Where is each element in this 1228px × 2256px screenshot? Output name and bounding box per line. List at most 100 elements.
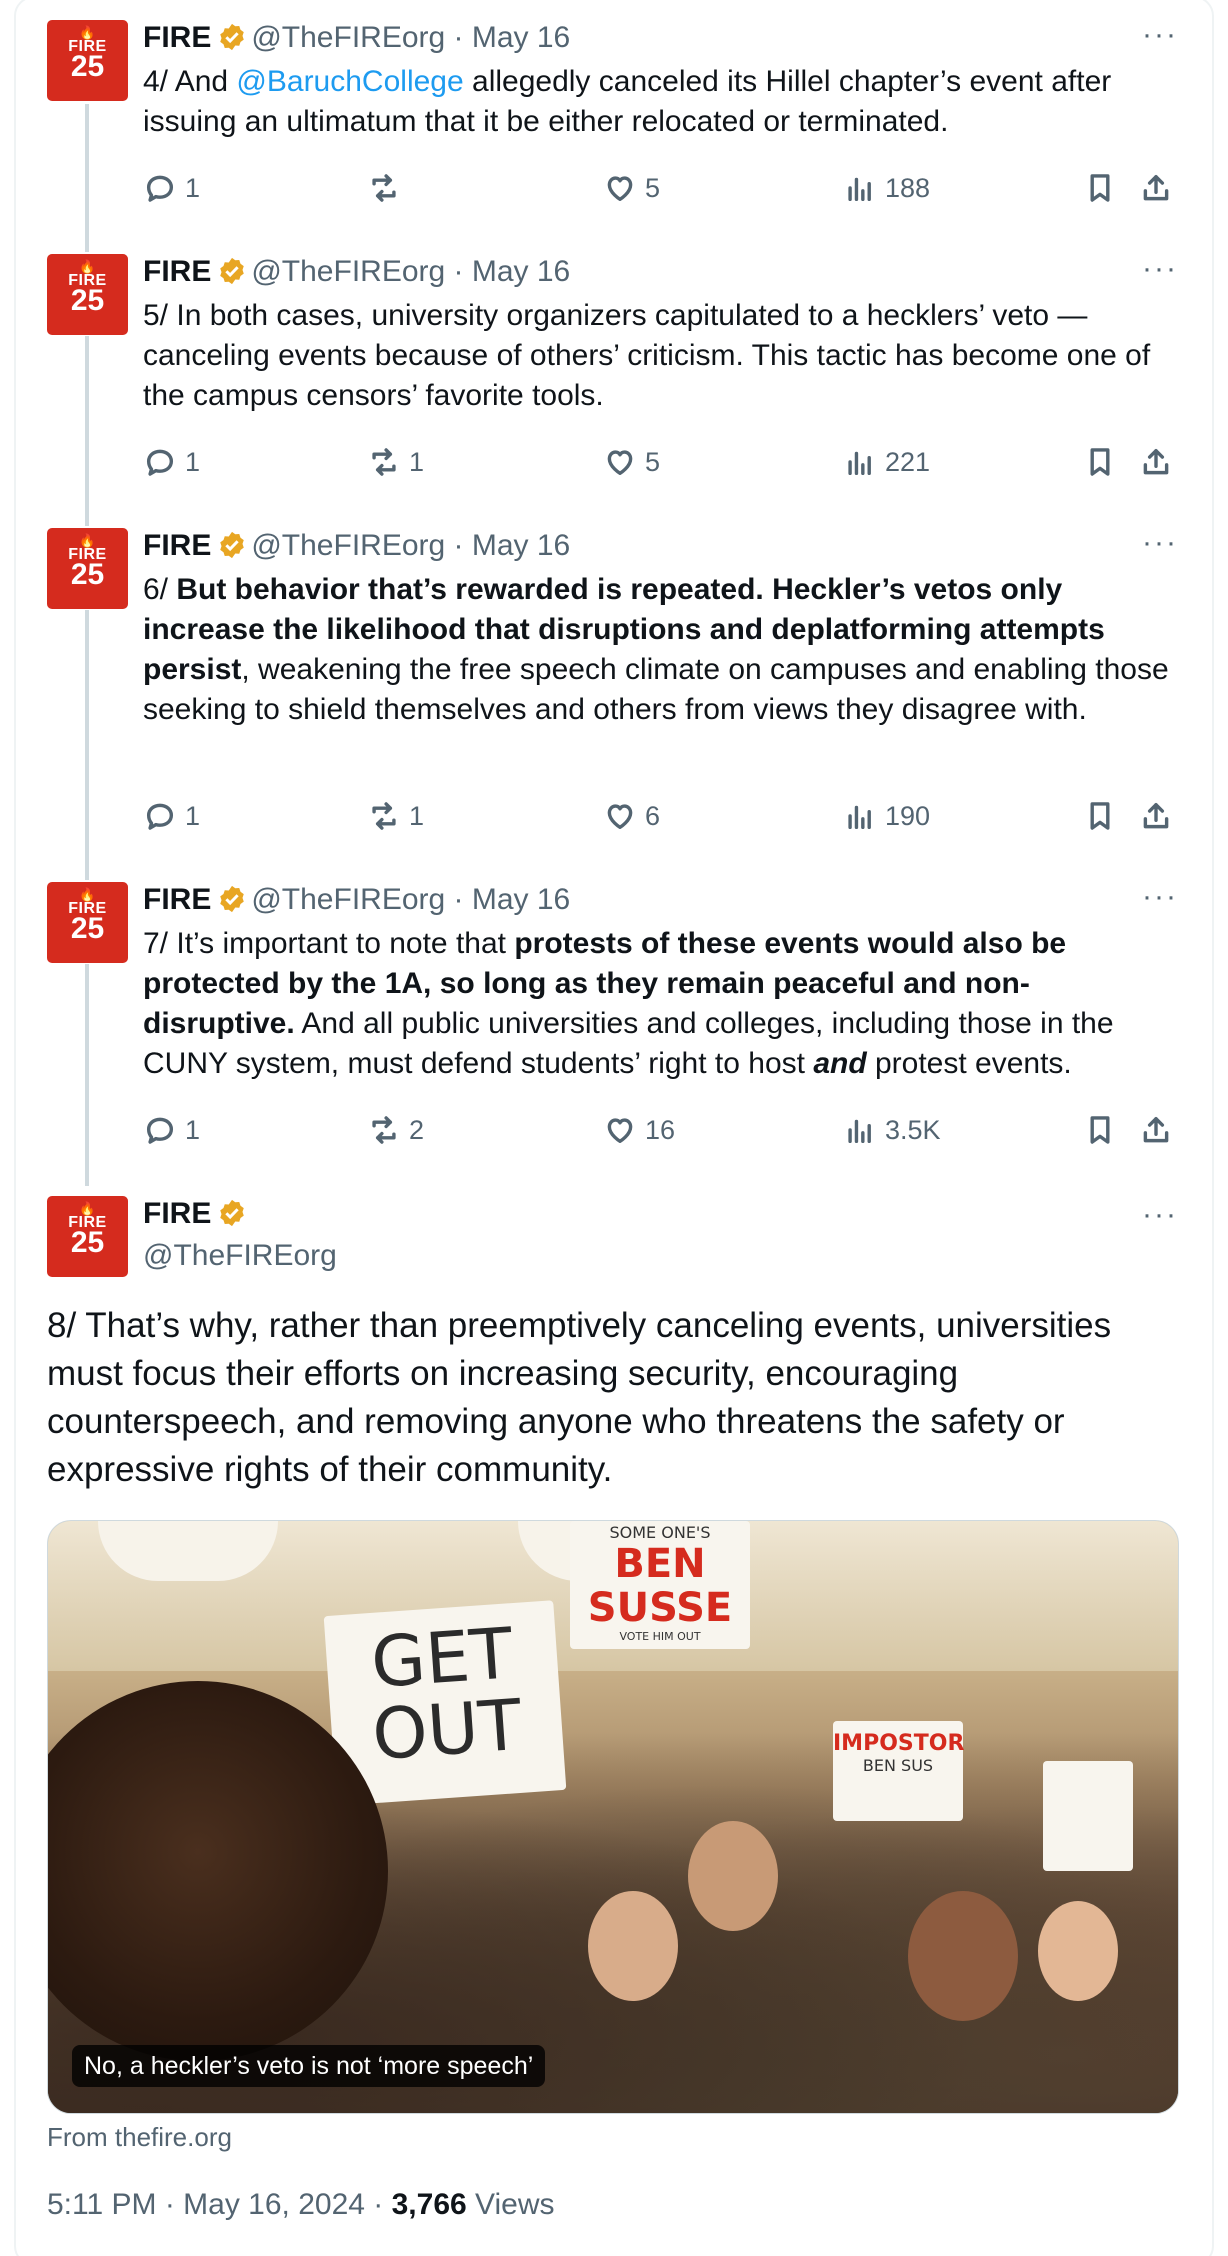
bookmark-icon — [1090, 1116, 1110, 1144]
avatar[interactable]: 🔥 FIRE 25 — [47, 20, 128, 101]
repost-button[interactable]: 1 — [367, 442, 424, 482]
like-icon — [607, 176, 633, 202]
tweet-header: FIRE — [143, 1196, 251, 1232]
text-segment: and — [813, 1047, 867, 1080]
bookmark-button[interactable] — [1083, 1110, 1117, 1150]
avatar[interactable]: 🔥 FIRE 25 — [47, 1196, 128, 1277]
reply-icon — [146, 803, 174, 830]
text-segment: , weakening the free speech climate on c… — [143, 653, 1169, 726]
views-icon — [848, 1119, 871, 1144]
bookmark-icon — [1090, 802, 1110, 830]
user-handle[interactable]: @TheFIREorg — [143, 1238, 337, 1274]
bookmark-button[interactable] — [1083, 442, 1117, 482]
display-name[interactable]: FIRE — [143, 883, 211, 916]
protester — [688, 1821, 778, 1931]
text-segment: 4/ And — [143, 65, 237, 98]
share-icon — [1143, 1116, 1169, 1143]
share-button[interactable] — [1139, 1110, 1173, 1150]
link-source[interactable]: From thefire.org — [47, 2122, 232, 2153]
share-button[interactable] — [1139, 442, 1173, 482]
views-count: 188 — [885, 172, 931, 203]
thread-connector — [85, 610, 89, 880]
like-button[interactable]: 5 — [603, 168, 660, 208]
share-icon — [1143, 174, 1169, 201]
tweet-text: 5/ In both cases, university organizers … — [143, 296, 1173, 416]
display-name[interactable]: FIRE — [143, 529, 211, 562]
more-options-button[interactable]: ··· — [1142, 18, 1178, 52]
user-handle[interactable]: @TheFIREorg — [251, 21, 445, 54]
more-options-button[interactable]: ··· — [1142, 880, 1178, 914]
image-caption: No, a heckler’s veto is not ‘more speech… — [72, 2045, 546, 2087]
reply-button[interactable]: 1 — [143, 796, 200, 836]
tweet-text: 7/ It’s important to note that protests … — [143, 924, 1173, 1084]
thread-connector — [85, 964, 89, 1186]
text-segment: 6/ — [143, 573, 177, 606]
user-handle[interactable]: @TheFIREorg — [251, 255, 445, 288]
verified-badge-icon — [217, 22, 247, 52]
reply-count: 1 — [185, 172, 201, 203]
share-button[interactable] — [1139, 168, 1173, 208]
bookmark-icon — [1090, 448, 1110, 476]
avatar[interactable]: 🔥 FIRE 25 — [47, 882, 128, 963]
action-bar: 1 1 5 221 — [143, 442, 1183, 482]
reply-button[interactable]: 1 — [143, 1110, 200, 1150]
repost-button[interactable] — [367, 168, 409, 208]
share-icon — [1143, 448, 1169, 475]
views-button[interactable]: 3.5K — [843, 1110, 941, 1150]
repost-button[interactable]: 1 — [367, 796, 424, 836]
tweet-text: 8/ That’s why, rather than preemptively … — [47, 1306, 1112, 1489]
protest-sign-blank — [1043, 1761, 1133, 1871]
tweet-date[interactable]: · May 16 — [454, 883, 571, 916]
tweet-header: FIRE @TheFIREorg · May 16 — [143, 528, 570, 564]
tweet-date[interactable]: · May 16 — [454, 21, 571, 54]
views-button[interactable]: 188 — [843, 168, 930, 208]
repost-icon — [372, 802, 396, 830]
more-options-button[interactable]: ··· — [1142, 1198, 1178, 1232]
like-count: 5 — [645, 446, 661, 477]
reply-count: 1 — [185, 446, 201, 477]
user-handle[interactable]: @TheFIREorg — [251, 883, 445, 916]
verified-badge-icon — [217, 1198, 247, 1228]
like-count: 16 — [645, 1114, 676, 1145]
views-icon — [848, 177, 871, 202]
repost-count: 2 — [409, 1114, 425, 1145]
tweet-meta: 5:11 PM · May 16, 2024 · 3,766 Views — [47, 2188, 555, 2222]
tweet-text: 6/ But behavior that’s rewarded is repea… — [143, 570, 1173, 730]
more-options-button[interactable]: ··· — [1142, 252, 1178, 286]
thread-connector — [85, 104, 89, 252]
tweet-date[interactable]: · May 16 — [454, 529, 571, 562]
user-handle[interactable]: @TheFIREorg — [251, 529, 445, 562]
bookmark-button[interactable] — [1083, 168, 1117, 208]
link-card-image[interactable]: GET OUT SOME ONE'S BEN SUSSE VOTE HIM OU… — [47, 1520, 1179, 2114]
protest-sign-ben-susse: SOME ONE'S BEN SUSSE VOTE HIM OUT — [570, 1521, 750, 1649]
avatar[interactable]: 🔥 FIRE 25 — [47, 254, 128, 335]
text-segment: 7/ It’s important to note that — [143, 927, 515, 960]
display-name[interactable]: FIRE — [143, 21, 211, 54]
like-button[interactable]: 6 — [603, 796, 660, 836]
bookmark-button[interactable] — [1083, 796, 1117, 836]
reply-icon — [146, 1117, 174, 1144]
views-icon — [848, 451, 871, 476]
repost-icon — [372, 174, 396, 202]
avatar[interactable]: 🔥 FIRE 25 — [47, 528, 128, 609]
views-icon — [848, 805, 871, 830]
timestamp[interactable]: 5:11 PM · May 16, 2024 · — [47, 2188, 392, 2221]
reply-button[interactable]: 1 — [143, 442, 200, 482]
like-button[interactable]: 16 — [603, 1110, 675, 1150]
mention-link[interactable]: @BaruchCollege — [236, 65, 463, 98]
display-name[interactable]: FIRE — [143, 1197, 211, 1230]
tweet-date[interactable]: · May 16 — [454, 255, 571, 288]
protest-sign-impostor: IMPOSTOR BEN SUS — [833, 1721, 964, 1821]
views-button[interactable]: 221 — [843, 442, 930, 482]
like-button[interactable]: 5 — [603, 442, 660, 482]
repost-button[interactable]: 2 — [367, 1110, 424, 1150]
reply-button[interactable]: 1 — [143, 168, 200, 208]
views-button[interactable]: 190 — [843, 796, 930, 836]
share-button[interactable] — [1139, 796, 1173, 836]
display-name[interactable]: FIRE — [143, 255, 211, 288]
repost-icon — [372, 1116, 396, 1144]
tweet-header: FIRE @TheFIREorg · May 16 — [143, 20, 570, 56]
more-options-button[interactable]: ··· — [1142, 526, 1178, 560]
verified-badge-icon — [217, 530, 247, 560]
reply-icon — [146, 175, 174, 202]
